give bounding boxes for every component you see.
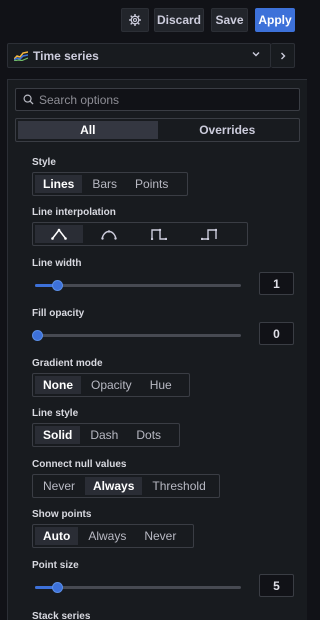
line-style-solid-option[interactable]: Solid xyxy=(35,426,81,444)
connect-null-label: Connect null values xyxy=(32,459,127,470)
stack-series-option: Stack series xyxy=(32,611,90,620)
timeseries-icon xyxy=(14,50,28,61)
search-icon xyxy=(23,94,34,105)
point-size-input[interactable]: 5 xyxy=(259,574,294,597)
settings-button[interactable] xyxy=(121,8,149,32)
line-width-label: Line width xyxy=(32,258,82,269)
tab-overrides[interactable]: Overrides xyxy=(158,121,298,139)
line-width-input[interactable]: 1 xyxy=(259,272,294,295)
line-style-dots-option[interactable]: Dots xyxy=(128,426,169,444)
slider-handle[interactable] xyxy=(52,280,63,291)
chevron-down-icon[interactable] xyxy=(251,49,261,59)
tab-all[interactable]: All xyxy=(18,121,158,139)
line-width-slider[interactable] xyxy=(32,277,244,293)
line-style-label: Line style xyxy=(32,408,79,419)
gradient-none-option[interactable]: None xyxy=(35,376,81,394)
connect-never-option[interactable]: Never xyxy=(35,477,83,495)
point-size-label: Point size xyxy=(32,560,79,571)
interpolation-radio-group xyxy=(32,222,248,246)
style-bars-option[interactable]: Bars xyxy=(84,175,125,193)
points-always-option[interactable]: Always xyxy=(80,527,134,545)
step-before-icon[interactable] xyxy=(135,225,183,243)
style-radio-group: Lines Bars Points xyxy=(32,172,188,196)
show-points-radio-group: Auto Always Never xyxy=(32,524,194,548)
step-after-icon[interactable] xyxy=(185,225,233,243)
line-style-dash-option[interactable]: Dash xyxy=(82,426,126,444)
connect-null-option: Connect null values Never Always Thresho… xyxy=(32,459,220,498)
line-style-option: Line style Solid Dash Dots xyxy=(32,408,180,447)
line-width-option: Line width 1 xyxy=(32,258,302,295)
chevron-right-icon xyxy=(280,52,285,59)
options-tabs: All Overrides xyxy=(15,118,300,142)
gradient-mode-option: Gradient mode None Opacity Hue xyxy=(32,358,190,397)
linear-icon[interactable] xyxy=(35,225,83,243)
toolbar: Discard Save Apply xyxy=(0,0,307,40)
show-points-option: Show points Auto Always Never xyxy=(32,509,194,548)
search-input[interactable] xyxy=(39,92,279,107)
style-option: Style Lines Bars Points xyxy=(32,157,188,196)
visualization-picker[interactable]: Time series xyxy=(7,43,271,68)
line-style-radio-group: Solid Dash Dots xyxy=(32,423,180,447)
points-auto-option[interactable]: Auto xyxy=(35,527,79,545)
connect-threshold-option[interactable]: Threshold xyxy=(144,477,213,495)
slider-handle[interactable] xyxy=(52,582,63,593)
apply-button[interactable]: Apply xyxy=(255,8,295,32)
gradient-mode-label: Gradient mode xyxy=(32,358,103,369)
point-size-option: Point size 5 xyxy=(32,560,302,597)
gradient-opacity-option[interactable]: Opacity xyxy=(83,376,140,394)
gradient-hue-option[interactable]: Hue xyxy=(142,376,180,394)
slider-handle[interactable] xyxy=(32,330,43,341)
collapse-options-button[interactable] xyxy=(271,43,295,68)
smooth-icon[interactable] xyxy=(85,225,133,243)
slider-rail xyxy=(35,334,241,337)
search-box[interactable] xyxy=(15,88,300,111)
points-never-option[interactable]: Never xyxy=(136,527,184,545)
save-button[interactable]: Save xyxy=(211,8,248,32)
style-label: Style xyxy=(32,157,56,168)
fill-opacity-option: Fill opacity 0 xyxy=(32,308,302,345)
gear-icon xyxy=(129,14,141,26)
style-points-option[interactable]: Points xyxy=(127,175,176,193)
slider-rail xyxy=(35,284,241,287)
gradient-mode-radio-group: None Opacity Hue xyxy=(32,373,190,397)
options-panel: All Overrides Style Lines Bars Points Li… xyxy=(7,79,307,620)
slider-rail xyxy=(35,586,241,589)
visualization-name: Time series xyxy=(33,48,99,63)
fill-opacity-input[interactable]: 0 xyxy=(259,322,294,345)
stack-series-label: Stack series xyxy=(32,611,91,620)
style-lines-option[interactable]: Lines xyxy=(35,175,83,193)
fill-opacity-label: Fill opacity xyxy=(32,308,85,319)
connect-null-radio-group: Never Always Threshold xyxy=(32,474,220,498)
point-size-slider[interactable] xyxy=(32,579,244,595)
line-interpolation-option: Line interpolation xyxy=(32,207,248,246)
connect-always-option[interactable]: Always xyxy=(85,477,143,495)
show-points-label: Show points xyxy=(32,509,92,520)
fill-opacity-slider[interactable] xyxy=(32,327,244,343)
discard-button[interactable]: Discard xyxy=(154,8,204,32)
line-interpolation-label: Line interpolation xyxy=(32,207,116,218)
